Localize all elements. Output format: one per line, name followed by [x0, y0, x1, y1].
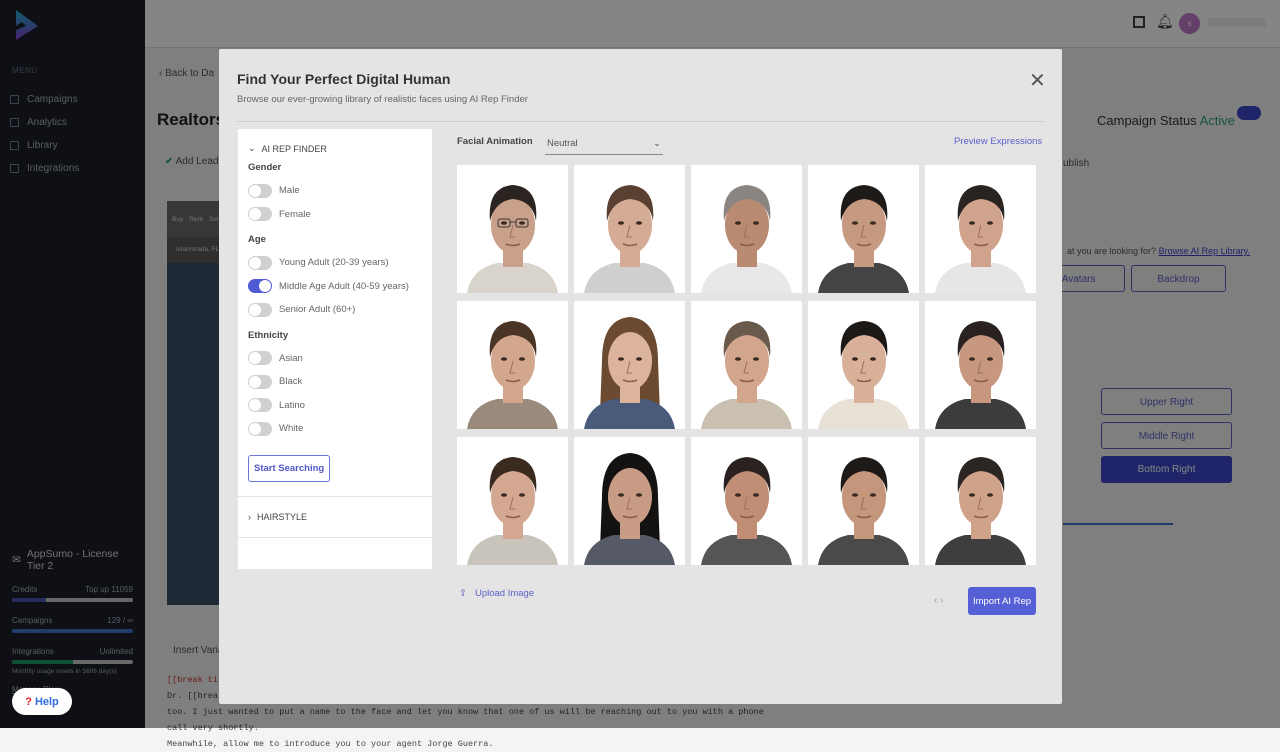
face-image	[691, 165, 802, 293]
preview-expressions-link[interactable]: Preview Expressions	[954, 136, 1042, 147]
face-image	[808, 437, 919, 565]
toggle-switch[interactable]	[248, 183, 272, 198]
toggle-label: Female	[279, 208, 311, 220]
chevron-down-icon: ⌄	[248, 143, 256, 153]
face-image	[691, 437, 802, 565]
filter-group-label: Gender	[248, 162, 282, 173]
toggle-switch[interactable]	[248, 351, 272, 366]
ai-rep-finder-section[interactable]: ⌄ AI REP FINDER	[238, 129, 432, 154]
face-image	[457, 165, 568, 293]
face-tile[interactable]	[925, 301, 1036, 429]
toggle-label: White	[279, 423, 304, 435]
face-tile[interactable]	[574, 301, 685, 429]
upload-image-button[interactable]: ⇪ Upload Image	[459, 588, 534, 599]
toggle-label: Black	[279, 376, 303, 388]
face-image	[808, 301, 919, 429]
face-image	[574, 437, 685, 565]
toggle-switch[interactable]	[248, 255, 272, 270]
face-image	[808, 165, 919, 293]
chevron-right-icon: ›	[248, 511, 251, 522]
modal-subtitle: Browse our ever-growing library of reali…	[237, 94, 528, 105]
face-image	[457, 301, 568, 429]
facial-animation-select[interactable]: Neutral ⌄	[545, 133, 663, 155]
toggle-label: Middle Age Adult (40-59 years)	[279, 280, 409, 292]
face-tile[interactable]	[691, 301, 802, 429]
face-tile[interactable]	[925, 437, 1036, 565]
toggle-label: Asian	[279, 352, 303, 364]
face-tile[interactable]	[808, 437, 919, 565]
toggle-label: Latino	[279, 399, 305, 411]
filter-toggle[interactable]: Male	[238, 179, 432, 203]
filter-toggle[interactable]: White	[238, 417, 432, 441]
face-tile[interactable]	[457, 165, 568, 293]
filter-toggle[interactable]: Young Adult (20-39 years)	[238, 251, 432, 275]
filter-panel: ⌄ AI REP FINDER Gender Male Female Age Young …	[238, 129, 432, 569]
import-ai-rep-button[interactable]: Import AI Rep	[968, 587, 1036, 615]
filter-toggle[interactable]: Asian	[238, 347, 432, 371]
face-grid	[457, 165, 1037, 565]
toggle-switch[interactable]	[248, 302, 272, 317]
filter-toggle[interactable]: Senior Adult (60+)	[238, 298, 432, 322]
face-tile[interactable]	[574, 165, 685, 293]
close-icon[interactable]: ✕	[1029, 68, 1046, 93]
toggle-switch[interactable]	[248, 421, 272, 436]
filter-group-label: Age	[248, 234, 266, 245]
face-tile[interactable]	[808, 165, 919, 293]
filter-group-label: Ethnicity	[248, 329, 289, 341]
face-image	[925, 437, 1036, 565]
face-tile[interactable]	[691, 165, 802, 293]
ai-rep-finder-modal: Find Your Perfect Digital Human Browse o…	[219, 49, 1062, 704]
face-image	[574, 301, 685, 429]
filter-toggle[interactable]: Middle Age Adult (40-59 years)	[238, 275, 432, 299]
start-searching-button[interactable]: Start Searching	[248, 454, 331, 482]
face-tile[interactable]	[574, 437, 685, 565]
face-image	[457, 437, 568, 565]
face-image	[925, 301, 1036, 429]
face-tile[interactable]	[808, 301, 919, 429]
face-tile[interactable]	[691, 437, 802, 565]
facial-animation-label: Facial Animation	[457, 136, 533, 147]
question-icon: ?	[25, 695, 32, 708]
toggle-label: Young Adult (20-39 years)	[279, 257, 389, 269]
help-button[interactable]: ? Help	[12, 688, 72, 715]
filter-toggle[interactable]: Black	[238, 370, 432, 394]
face-image	[925, 165, 1036, 293]
toggle-switch[interactable]	[248, 398, 272, 413]
face-tile[interactable]	[457, 301, 568, 429]
face-tile[interactable]	[457, 437, 568, 565]
face-tile[interactable]	[925, 165, 1036, 293]
hairstyle-section[interactable]: › HAIRSTYLE	[238, 497, 432, 537]
toggle-switch[interactable]	[248, 374, 272, 389]
modal-title: Find Your Perfect Digital Human	[237, 71, 451, 87]
filter-toggle[interactable]: Female	[238, 203, 432, 227]
filter-toggle[interactable]: Latino	[238, 394, 432, 418]
toggle-switch[interactable]	[248, 207, 272, 222]
toggle-switch[interactable]	[248, 279, 272, 294]
face-image	[574, 165, 685, 293]
face-image	[691, 301, 802, 429]
chevron-down-icon: ⌄	[653, 138, 661, 149]
toggle-label: Senior Adult (60+)	[279, 304, 356, 316]
toggle-label: Male	[279, 185, 300, 197]
divider	[237, 121, 1044, 122]
upload-icon: ⇪	[459, 588, 467, 599]
help-label: Help	[34, 695, 59, 708]
pagination-arrows[interactable]: ‹ ›	[934, 595, 943, 606]
